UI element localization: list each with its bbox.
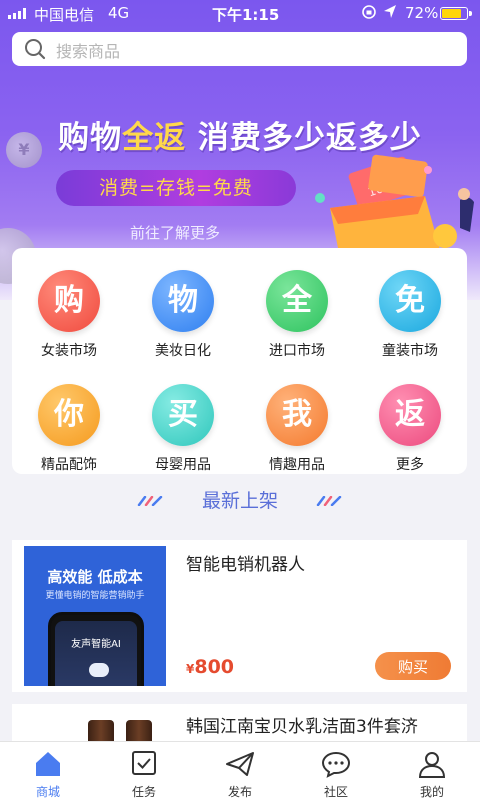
category-icon: 我 [266, 384, 328, 446]
category-item[interactable]: 全 进口市场 [242, 270, 352, 360]
category-item[interactable]: 买 母婴用品 [128, 384, 238, 474]
search-placeholder: 搜索商品 [56, 42, 121, 61]
tab-label: 发布 [227, 785, 252, 799]
category-icon: 物 [152, 270, 214, 332]
category-icon: 你 [38, 384, 100, 446]
tab-tasks[interactable]: 任务 [96, 742, 192, 800]
chat-icon [321, 751, 351, 778]
search-icon [25, 39, 46, 60]
money-bag-illustration: 100 [315, 154, 474, 258]
product-image-title: 高效能 低成本 [47, 568, 143, 586]
category-label: 女装市场 [41, 343, 97, 359]
product-price: ¥800 [186, 656, 235, 678]
tab-label: 我的 [419, 785, 444, 799]
user-icon [418, 752, 446, 778]
category-item[interactable]: 免 童装市场 [355, 270, 465, 360]
carrier-name: 中国电信 [34, 6, 95, 24]
category-label: 情趣用品 [269, 457, 325, 473]
signal-icon [8, 8, 26, 19]
category-label: 进口市场 [269, 343, 325, 359]
category-label: 母婴用品 [155, 457, 211, 473]
buy-button[interactable]: 购买 [375, 652, 451, 680]
network-type: 4G [108, 4, 130, 22]
home-icon [36, 752, 60, 776]
decor-lines-icon [316, 496, 342, 506]
category-icon: 购 [38, 270, 100, 332]
search-bar[interactable]: 搜索商品 [12, 32, 467, 66]
battery-icon [440, 7, 472, 20]
clock: 下午1:15 [212, 6, 280, 24]
tab-mall[interactable]: 商城 [0, 742, 96, 800]
category-item[interactable]: 我 情趣用品 [242, 384, 352, 474]
product-card[interactable]: 高效能 低成本 更懂电销的智能营销助手 友声智能AI 智能电销机器人 ¥800 … [12, 540, 467, 692]
category-label: 精品配饰 [41, 457, 97, 473]
learn-more-link[interactable]: 前往了解更多 [130, 222, 220, 243]
category-label: 美妆日化 [155, 343, 211, 359]
tab-label: 任务 [131, 785, 156, 799]
product-card[interactable]: 韩国江南宝贝水乳洁面3件套济 [12, 704, 467, 744]
product-name: 智能电销机器人 [186, 555, 305, 575]
status-bar: 中国电信 4G 下午1:15 72% [0, 0, 480, 26]
category-label: 童装市场 [382, 343, 438, 359]
phone-screen-text: 友声智能AI [71, 639, 121, 650]
category-item[interactable]: 物 美妆日化 [128, 270, 238, 360]
location-icon [384, 5, 396, 18]
product-image-subtitle: 更懂电销的智能营销助手 [45, 591, 145, 601]
battery-percent: 72% [405, 4, 439, 22]
decor-lines-icon [137, 496, 163, 506]
category-label: 更多 [396, 457, 424, 473]
phone-illustration: 友声智能AI [48, 612, 144, 686]
banner-slogan: 消费=存钱=免费 [56, 170, 296, 206]
rotation-lock-icon [362, 5, 376, 19]
product-name: 韩国江南宝贝水乳洁面3件套济 [186, 717, 418, 737]
category-icon: 返 [379, 384, 441, 446]
category-item[interactable]: 购 女装市场 [14, 270, 124, 360]
tab-mine[interactable]: 我的 [384, 742, 480, 800]
section-title: 最新上架 [201, 490, 278, 512]
tab-bar: 商城 任务 发布 社区 我的 [0, 741, 480, 800]
category-grid: 购 女装市场 物 美妆日化 全 进口市场 免 童装市场 你 精品配饰 买 母婴用… [12, 248, 467, 474]
category-item[interactable]: 返 更多 [355, 384, 465, 474]
section-header: 最新上架 [0, 486, 480, 516]
tab-community[interactable]: 社区 [288, 742, 384, 800]
tab-label: 社区 [323, 785, 348, 799]
checkbox-icon [132, 751, 156, 775]
category-item[interactable]: 你 精品配饰 [14, 384, 124, 474]
product-image: 高效能 低成本 更懂电销的智能营销助手 友声智能AI [24, 546, 166, 686]
send-icon [226, 752, 254, 776]
tab-publish[interactable]: 发布 [192, 742, 288, 800]
tab-label: 商城 [35, 785, 60, 799]
category-icon: 买 [152, 384, 214, 446]
robot-icon [89, 663, 109, 677]
category-icon: 免 [379, 270, 441, 332]
category-icon: 全 [266, 270, 328, 332]
